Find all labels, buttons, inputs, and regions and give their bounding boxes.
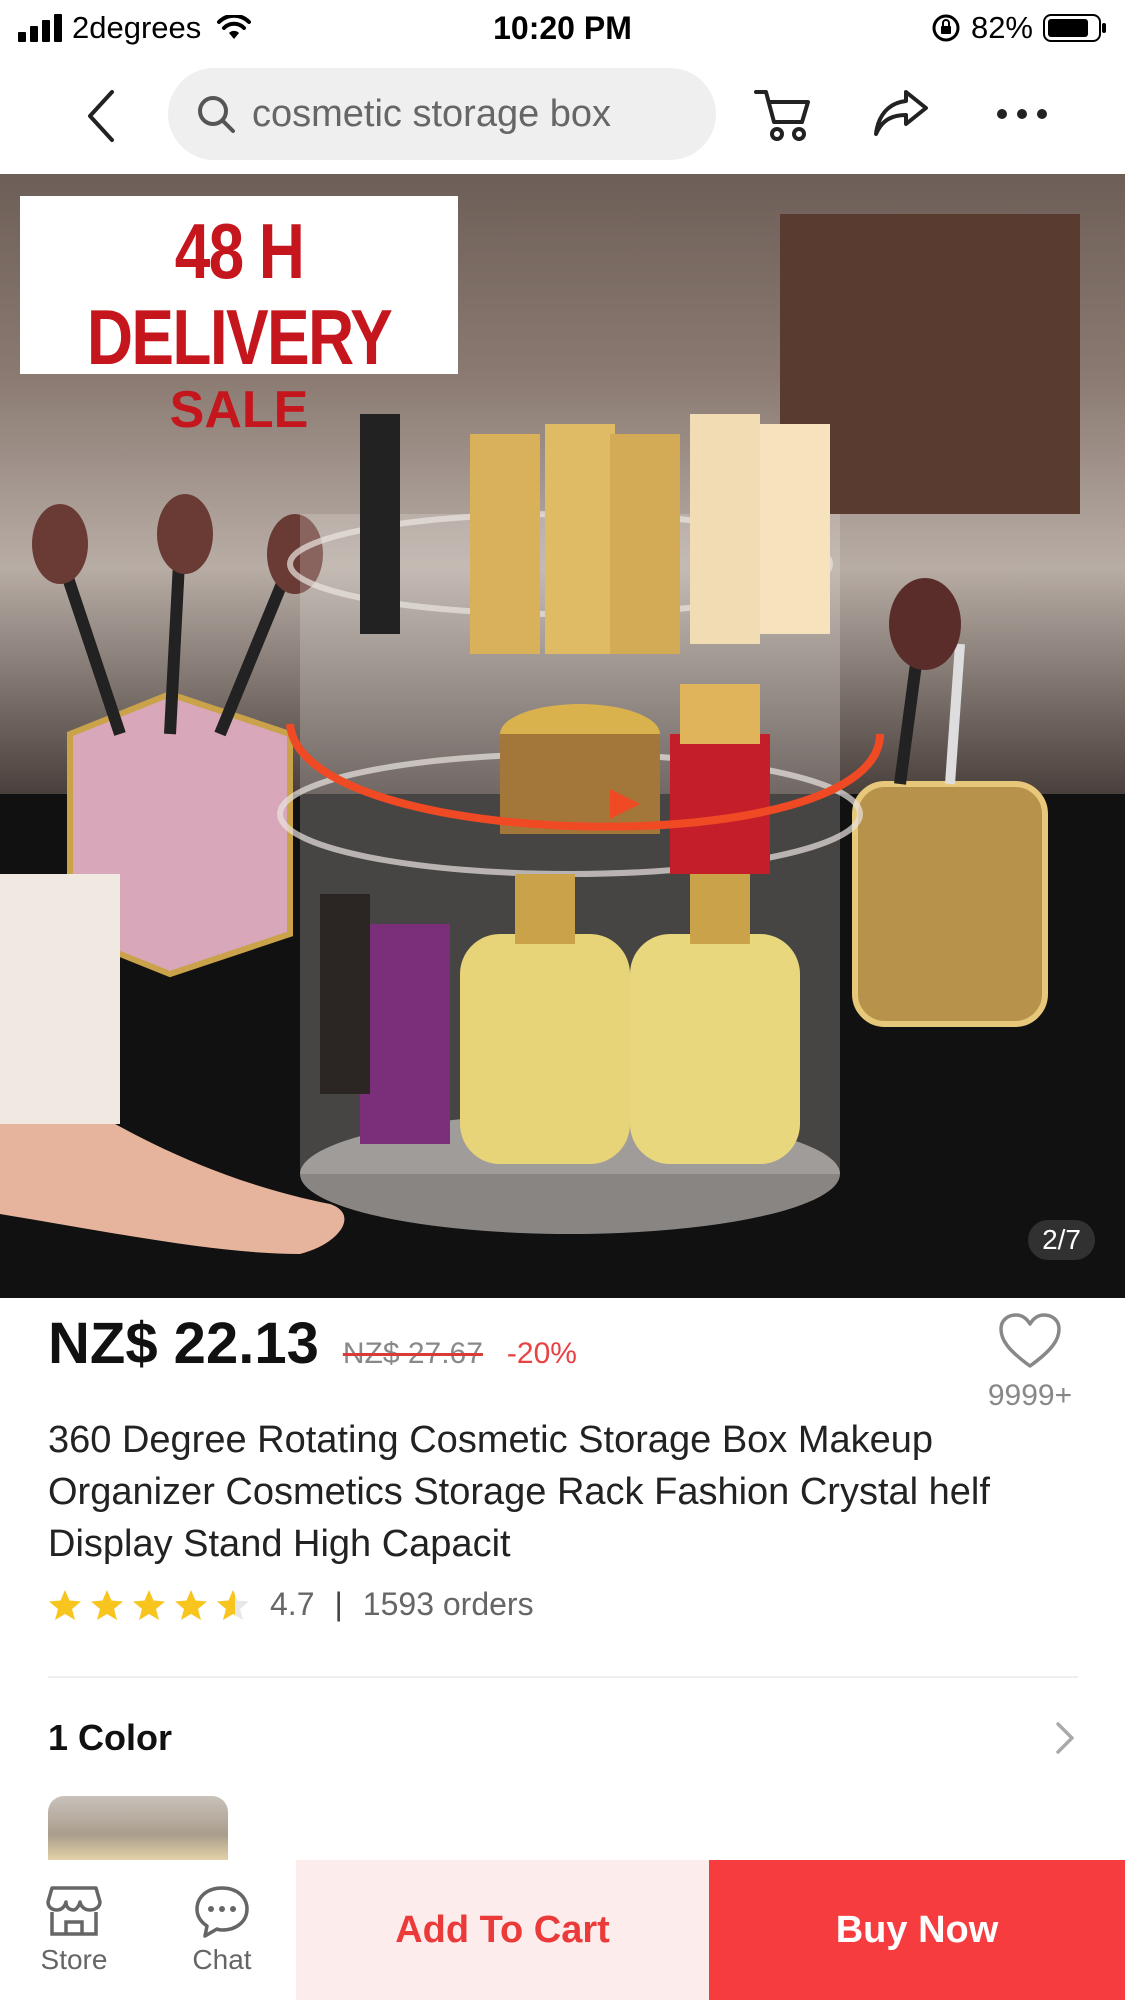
rating-value: 4.7	[270, 1586, 315, 1622]
star-icon	[217, 1589, 249, 1620]
chat-icon	[195, 1886, 249, 1938]
promo-line2: SALE	[169, 381, 309, 439]
search-input[interactable]: cosmetic storage box	[168, 68, 716, 160]
star-icon	[49, 1589, 81, 1620]
promo-line1: 48 H DELIVERY	[86, 207, 393, 381]
star-rating	[48, 1589, 250, 1621]
rating-separator: |	[334, 1586, 343, 1622]
color-option-thumbnail[interactable]	[48, 1796, 228, 1860]
store-button[interactable]: Store	[0, 1860, 148, 2000]
search-query: cosmetic storage box	[252, 92, 612, 135]
store-label: Store	[40, 1944, 108, 1975]
cart-icon[interactable]	[754, 86, 812, 144]
promo-badge: 48 H DELIVERY SALE	[20, 196, 458, 439]
chat-label: Chat	[192, 1944, 252, 1975]
star-icon	[91, 1589, 123, 1620]
back-icon[interactable]	[78, 88, 128, 144]
status-bar: 2degrees 10:20 PM 82%	[0, 0, 1125, 58]
buy-now-button[interactable]: Buy Now	[709, 1860, 1125, 2000]
share-icon[interactable]	[872, 88, 930, 140]
orders-count: 1593 orders	[362, 1586, 534, 1622]
original-price: NZ$ 27.67	[342, 1337, 483, 1370]
product-image[interactable]: 48 H DELIVERY SALE 2/7	[0, 174, 1125, 1298]
wishlist-button[interactable]: 9999+	[975, 1312, 1085, 1413]
section-divider	[48, 1676, 1078, 1678]
current-price: NZ$ 22.13	[48, 1311, 319, 1376]
add-to-cart-button[interactable]: Add To Cart	[296, 1860, 709, 2000]
rotation-lock-icon	[932, 14, 960, 42]
nav-bar: cosmetic storage box	[0, 58, 1125, 174]
chevron-right-icon	[1056, 1722, 1074, 1754]
image-counter: 2/7	[1028, 1220, 1095, 1260]
search-icon	[198, 96, 235, 133]
more-icon[interactable]	[994, 94, 1050, 134]
star-icon	[175, 1589, 207, 1620]
battery-percent: 82%	[970, 10, 1033, 45]
bottom-action-bar: Store Chat Add To Cart Buy Now	[0, 1860, 1125, 2000]
chat-button[interactable]: Chat	[148, 1860, 296, 2000]
discount-badge: -20%	[506, 1337, 577, 1370]
product-title: 360 Degree Rotating Cosmetic Storage Box…	[48, 1419, 990, 1565]
color-section-title: 1 Color	[48, 1717, 173, 1758]
heart-icon	[999, 1313, 1061, 1368]
price-row: NZ$ 22.13 NZ$ 27.67 -20%	[48, 1310, 577, 1390]
rating-row[interactable]: 4.7 | 1593 orders	[48, 1586, 534, 1623]
wishlist-count: 9999+	[987, 1379, 1073, 1412]
star-icon	[133, 1589, 165, 1620]
store-icon	[46, 1886, 102, 1936]
status-right: 82%	[931, 10, 1107, 46]
color-selector[interactable]: 1 Color	[48, 1710, 1078, 1766]
battery-icon	[1043, 14, 1106, 42]
